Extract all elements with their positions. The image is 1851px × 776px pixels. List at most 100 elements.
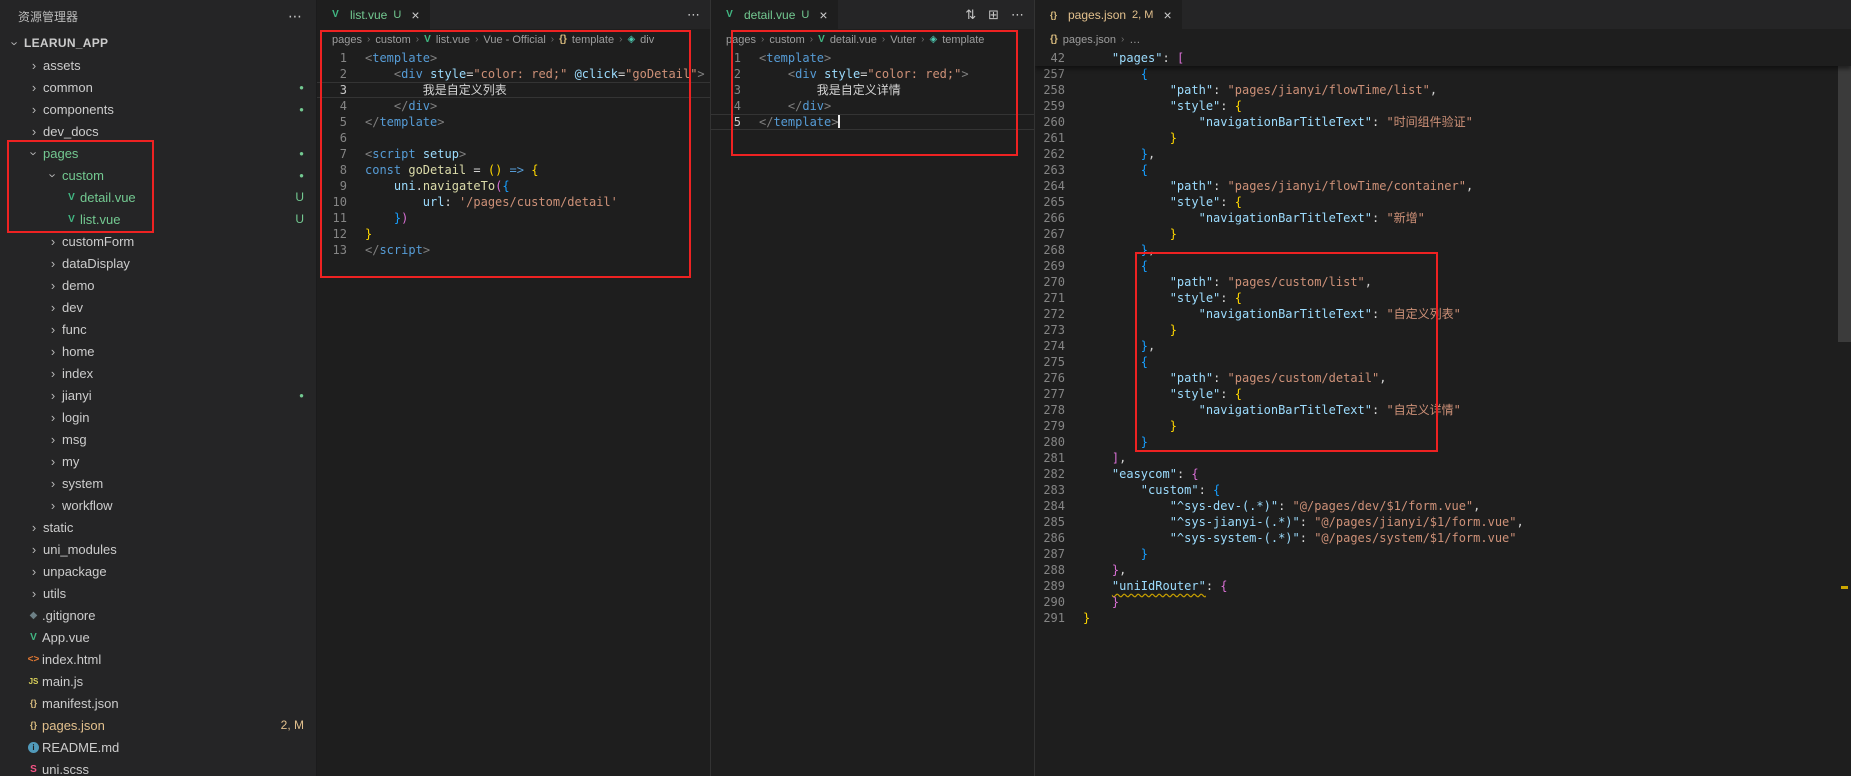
- token: }: [1141, 435, 1148, 449]
- close-icon[interactable]: ×: [1163, 8, 1171, 22]
- code-area[interactable]: 1<template>2 <div style="color: red;" @c…: [317, 50, 710, 776]
- tree-item-label: custom: [62, 168, 104, 183]
- tree-item-dev[interactable]: ›dev: [0, 296, 316, 318]
- tree-item-login[interactable]: ›login: [0, 406, 316, 428]
- breadcrumb-item[interactable]: list.vue: [436, 34, 470, 46]
- tree-item-workflow[interactable]: ›workflow: [0, 494, 316, 516]
- line-content: {: [1083, 162, 1148, 178]
- editor-group-list-vue: Vlist.vueU×⋯ pages›custom›Vlist.vue›Vue …: [317, 0, 711, 776]
- code-line: 270 "path": "pages/custom/list",: [1035, 274, 1851, 290]
- tree-item-gitignore[interactable]: ◆.gitignore: [0, 604, 316, 626]
- tab-list-vue[interactable]: Vlist.vueU×: [317, 0, 430, 29]
- token: "^sys-dev-(.*)": [1170, 499, 1278, 513]
- breadcrumb-separator-icon: ›: [551, 34, 554, 45]
- token: [1083, 243, 1141, 257]
- tree-item-assets[interactable]: ›assets: [0, 54, 316, 76]
- tree-item-label: pages: [43, 146, 78, 161]
- tree-item-custom[interactable]: ›custom●: [0, 164, 316, 186]
- tree-item-readme-md[interactable]: iREADME.md: [0, 736, 316, 758]
- breadcrumb-item[interactable]: pages: [332, 34, 362, 46]
- token: :: [1300, 531, 1314, 545]
- tree-item-components[interactable]: ›components●: [0, 98, 316, 120]
- changes-icon[interactable]: ⇅: [965, 7, 976, 23]
- chevron-right-icon: ›: [25, 520, 43, 535]
- breadcrumb-item[interactable]: detail.vue: [830, 34, 877, 46]
- chevron-right-icon: ›: [44, 432, 62, 447]
- token: {: [1191, 467, 1198, 481]
- breadcrumb-item[interactable]: …: [1129, 34, 1140, 46]
- code-area[interactable]: 42 "pages": [257 {258 "path": "pages/jia…: [1035, 50, 1851, 776]
- tree-item-root[interactable]: ›LEARUN_APP: [0, 32, 316, 54]
- split-icon[interactable]: ⊞: [988, 7, 999, 23]
- explorer-more-icon[interactable]: ⋯: [288, 8, 302, 25]
- breadcrumb-item[interactable]: template: [942, 34, 984, 46]
- line-number: 280: [1035, 434, 1077, 450]
- line-content: "^sys-system-(.*)": "@/pages/system/$1/f…: [1083, 530, 1517, 546]
- tree-item-dev-docs[interactable]: ›dev_docs: [0, 120, 316, 142]
- tree-item-datadisplay[interactable]: ›dataDisplay: [0, 252, 316, 274]
- tree-item-demo[interactable]: ›demo: [0, 274, 316, 296]
- tree-item-index-html[interactable]: <>index.html: [0, 648, 316, 670]
- html-file-icon: <>: [25, 654, 42, 665]
- scrollbar-thumb[interactable]: [1838, 50, 1851, 342]
- line-number: 271: [1035, 290, 1077, 306]
- breadcrumb-item[interactable]: Vue - Official: [483, 34, 545, 46]
- tree-item-list-vue[interactable]: Vlist.vueU: [0, 208, 316, 230]
- breadcrumb: {}pages.json›…: [1035, 29, 1851, 50]
- token: "pages/jianyi/flowTime/list": [1228, 83, 1430, 97]
- tree-item-common[interactable]: ›common●: [0, 76, 316, 98]
- tree-item-label: components: [43, 102, 114, 117]
- tree-item-customform[interactable]: ›customForm: [0, 230, 316, 252]
- tree-item-msg[interactable]: ›msg: [0, 428, 316, 450]
- tree-item-system[interactable]: ›system: [0, 472, 316, 494]
- tree-item-pages[interactable]: ›pages●: [0, 142, 316, 164]
- editor-actions: [1841, 0, 1851, 29]
- file-tree: ›LEARUN_APP›assets›common●›components●›d…: [0, 32, 316, 776]
- tree-item-home[interactable]: ›home: [0, 340, 316, 362]
- tree-item-manifest-json[interactable]: {}manifest.json: [0, 692, 316, 714]
- tree-item-app-vue[interactable]: VApp.vue: [0, 626, 316, 648]
- breadcrumb-separator-icon: ›: [882, 34, 885, 45]
- code-area[interactable]: 1<template>2 <div style="color: red;">3 …: [711, 50, 1034, 776]
- code-line: 274 },: [1035, 338, 1851, 354]
- tree-item-index[interactable]: ›index: [0, 362, 316, 384]
- breadcrumb-item[interactable]: custom: [769, 34, 804, 46]
- breadcrumb-item[interactable]: pages: [726, 34, 756, 46]
- breadcrumb-item[interactable]: div: [640, 34, 654, 46]
- close-icon[interactable]: ×: [411, 8, 419, 22]
- more-icon[interactable]: ⋯: [1011, 7, 1024, 23]
- git-status-flag: U: [801, 9, 809, 21]
- tree-item-uni-modules[interactable]: ›uni_modules: [0, 538, 316, 560]
- tree-item-unpackage[interactable]: ›unpackage: [0, 560, 316, 582]
- tree-item-detail-vue[interactable]: Vdetail.vueU: [0, 186, 316, 208]
- tree-item-main-js[interactable]: JSmain.js: [0, 670, 316, 692]
- breadcrumb-item[interactable]: custom: [375, 34, 410, 46]
- token: [1083, 579, 1112, 593]
- tab-pages-json[interactable]: {}pages.json2, M×: [1035, 0, 1182, 29]
- close-icon[interactable]: ×: [819, 8, 827, 22]
- line-number: 1: [317, 50, 359, 66]
- tree-item-func[interactable]: ›func: [0, 318, 316, 340]
- tree-item-label: pages.json: [42, 718, 105, 733]
- breadcrumb-item[interactable]: template: [572, 34, 614, 46]
- tree-item-pages-json[interactable]: {}pages.json2, M: [0, 714, 316, 736]
- code-line: 265 "style": {: [1035, 194, 1851, 210]
- tree-item-static[interactable]: ›static: [0, 516, 316, 538]
- more-icon[interactable]: ⋯: [687, 7, 700, 23]
- tab-label: list.vue: [350, 8, 387, 22]
- tree-item-jianyi[interactable]: ›jianyi●: [0, 384, 316, 406]
- token: :: [1206, 579, 1220, 593]
- sticky-scroll-line: 42 "pages": [: [1035, 50, 1851, 66]
- token: script: [372, 147, 415, 161]
- token: {: [1220, 579, 1227, 593]
- tab-detail-vue[interactable]: Vdetail.vueU×: [711, 0, 838, 29]
- tree-item-my[interactable]: ›my: [0, 450, 316, 472]
- code-line: 8const goDetail = () => {: [317, 162, 710, 178]
- tree-item-utils[interactable]: ›utils: [0, 582, 316, 604]
- line-content: {: [1083, 354, 1148, 370]
- chevron-right-icon: ›: [44, 278, 62, 293]
- breadcrumb-item[interactable]: Vuter: [890, 34, 916, 46]
- breadcrumb-item[interactable]: pages.json: [1063, 34, 1116, 46]
- tree-item-uni-scss[interactable]: Suni.scss: [0, 758, 316, 776]
- token: </: [759, 115, 773, 129]
